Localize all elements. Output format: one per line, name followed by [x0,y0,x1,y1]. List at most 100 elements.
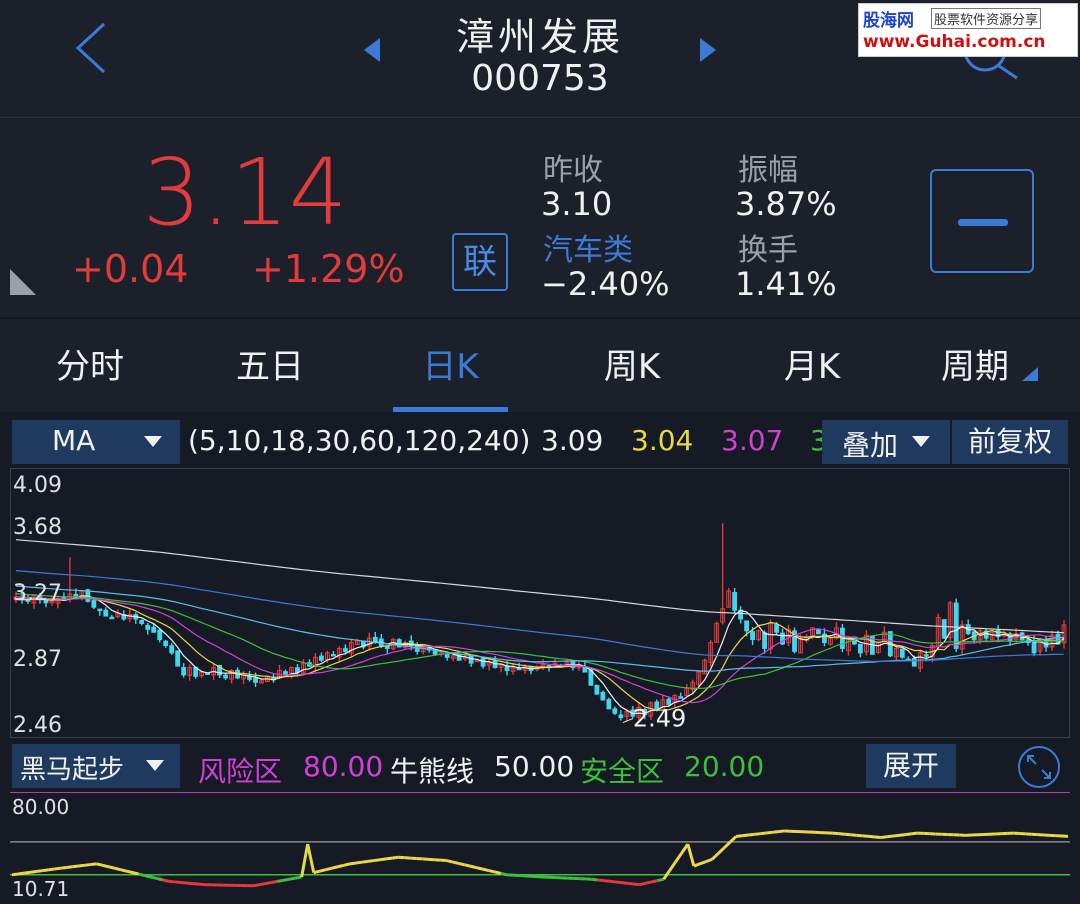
header-bar: 漳州发展 000753 股海网 股票软件资源分享 www.Guhai.com.c… [0,0,1080,118]
indicator-segment [470,864,477,870]
collapse-button[interactable] [930,169,1034,273]
y-tick-label: 3.27 [13,581,62,606]
minus-icon [958,219,1008,226]
indicator-segment [289,876,296,881]
tab-intraday[interactable]: 分时 [30,319,150,413]
indicator-segment [500,871,508,877]
candle-body [816,629,821,635]
expand-button[interactable]: 展开 [866,744,956,788]
candle-body [750,631,756,641]
safe-zone-label: 安全区 [580,755,665,788]
indicator-segment [156,877,164,882]
indicator-segment [306,843,316,873]
corner-triangle-icon [10,269,36,295]
indicator-segment [29,870,37,874]
indicator-segment [90,862,97,867]
indicator-segment [686,843,696,867]
chevron-left-icon [75,22,106,74]
indicator-segment [186,881,194,886]
candlestick-chart[interactable]: 2.49 4.09 3.68 3.27 2.87 2.46 [10,468,1070,738]
tab-five-day[interactable]: 五日 [210,319,330,413]
indicator-segment [355,860,363,865]
candle-body [295,667,300,673]
candle-body [181,666,187,676]
corner-triangle-icon [1022,367,1038,381]
expand-arrows-icon [1018,746,1060,788]
indicator-segment [850,833,857,837]
next-stock-button[interactable] [688,30,728,70]
low-price-pointer [622,718,634,724]
linked-stocks-button[interactable]: 联 [452,233,508,291]
candle-body [444,653,450,658]
fullscreen-button[interactable] [1016,744,1062,790]
amplitude-label: 振幅 [738,153,798,188]
indicator-chart-canvas [10,829,1070,888]
indicator-segment [482,867,490,872]
indicator-segment [898,833,906,837]
price-adjust-button[interactable]: 前复权 [952,420,1068,464]
indicator-segment [844,832,851,837]
indicator-segment [597,878,604,883]
amplitude-value: 3.87% [735,185,837,223]
candle-body [330,653,336,657]
indicator-segment [391,855,399,860]
indicator-segment [96,862,103,867]
candle-body [145,624,151,630]
indicator-segment [108,865,115,870]
tab-daily-k[interactable]: 日K [393,319,508,413]
indicator-segment [343,862,351,867]
indicator-segment [446,859,453,864]
tab-monthly-k[interactable]: 月K [752,319,872,413]
indicator-segment [114,866,121,872]
indicator-segment [277,878,284,883]
indicator-segment [705,858,713,864]
indicator-segment [319,868,327,873]
watermark-tagline: 股票软件资源分享 [931,8,1042,29]
indicator-segment [748,832,755,837]
candle-body [941,619,947,639]
candle-body [414,645,420,652]
candle-body [139,619,145,624]
indicator-segment [60,866,67,870]
indicator-segment [283,877,290,882]
indicator-chart[interactable]: 80.00 10.71 [10,792,1070,904]
risk-zone-label: 风险区 [198,755,283,788]
candle-body [678,696,684,699]
back-button[interactable] [62,18,122,78]
indicator-bar: 黑马起步 风险区 80.00 牛熊线 50.00 安全区 20.00 展开 [0,742,1080,792]
tab-period[interactable]: 周期 [930,319,1020,413]
indicator-segment [856,833,863,838]
indicator-segment [874,835,882,840]
indicator-segment [361,859,369,864]
candle-body [504,666,510,672]
turnover-label: 换手 [738,233,798,268]
candle-body [372,636,378,642]
indicator-segment [668,860,678,872]
sub-indicator-dropdown[interactable]: 黑马起步 [12,744,180,788]
indicator-dropdown-label: MA [52,424,96,457]
overlay-dropdown[interactable]: 叠加 [822,420,950,464]
candle-body [432,650,438,655]
y-tick-label: 2.87 [13,647,62,672]
candle-body [97,608,103,612]
candle-body [73,593,79,597]
indicator-segment [488,869,496,874]
stock-code: 000753 [471,58,609,99]
indicator-segment [150,875,158,880]
candle-body [899,648,905,658]
candle-body [175,650,181,667]
indicator-segment [710,852,720,861]
indicator-segment [17,871,25,876]
indicator-segment [452,860,459,865]
ma5-value: 3.09 [541,424,604,457]
indicator-dropdown[interactable]: MA [12,420,180,464]
watermark-url: www.Guhai.com.cn [863,32,1046,52]
indicator-segment [645,880,652,885]
indicator-segment [259,882,266,887]
indicator-segment [35,869,43,874]
candle-body [169,645,175,654]
tab-weekly-k[interactable]: 周K [572,319,692,413]
sector-link[interactable]: 汽车类 [543,225,633,269]
indicator-segment [174,880,182,884]
indicator-segment [832,831,839,836]
